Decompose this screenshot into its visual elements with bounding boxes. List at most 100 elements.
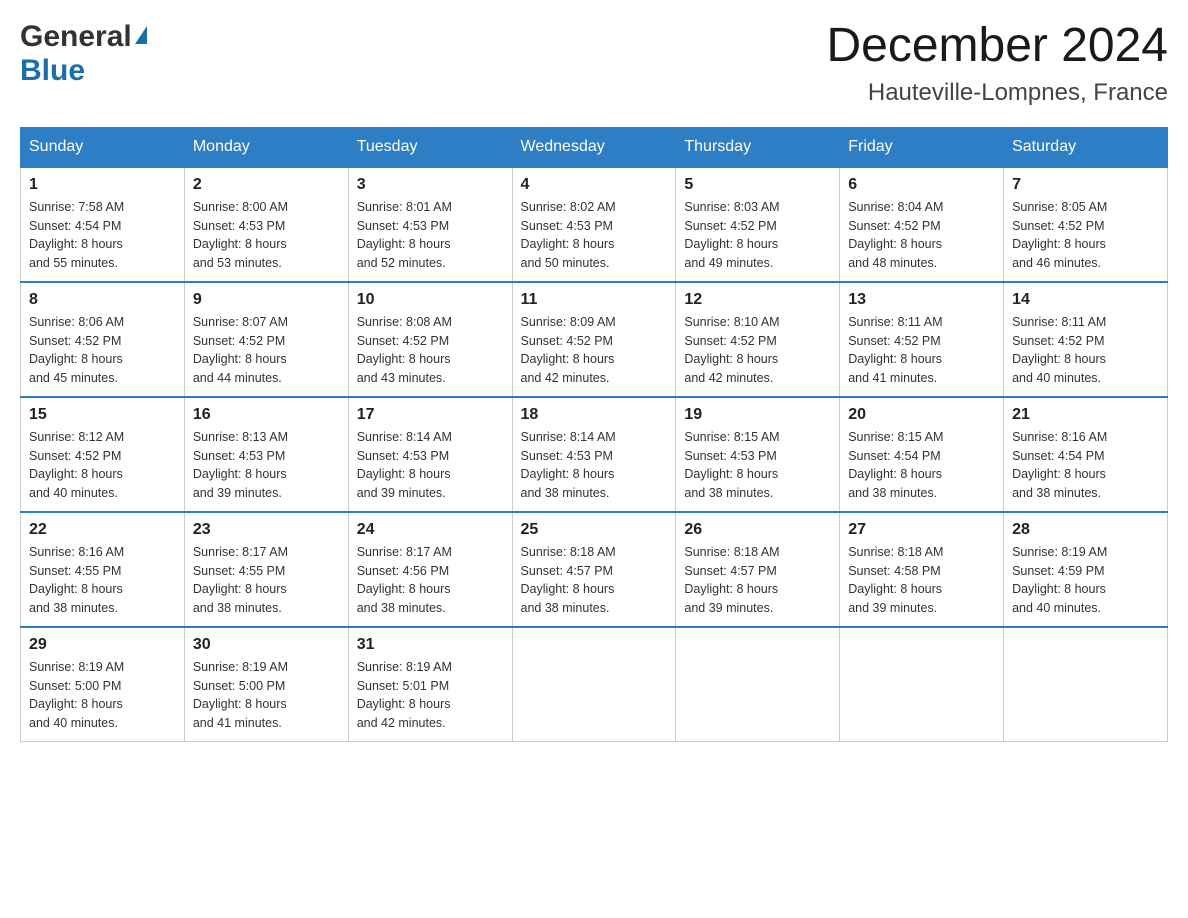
day-cell: 30 Sunrise: 8:19 AMSunset: 5:00 PMDayligh… [184,627,348,742]
col-header-saturday: Saturday [1004,127,1168,167]
day-cell: 16 Sunrise: 8:13 AMSunset: 4:53 PMDayligh… [184,397,348,512]
day-cell: 26 Sunrise: 8:18 AMSunset: 4:57 PMDayligh… [676,512,840,627]
day-info: Sunrise: 8:19 AMSunset: 5:01 PMDaylight:… [357,658,504,733]
day-info: Sunrise: 8:15 AMSunset: 4:53 PMDaylight:… [684,428,831,503]
day-number: 6 [848,176,995,194]
day-cell: 19 Sunrise: 8:15 AMSunset: 4:53 PMDayligh… [676,397,840,512]
day-info: Sunrise: 8:16 AMSunset: 4:54 PMDaylight:… [1012,428,1159,503]
day-number: 10 [357,291,504,309]
day-info: Sunrise: 8:19 AMSunset: 5:00 PMDaylight:… [29,658,176,733]
day-cell: 29 Sunrise: 8:19 AMSunset: 5:00 PMDayligh… [21,627,185,742]
logo-general-text: General [20,20,132,54]
col-header-friday: Friday [840,127,1004,167]
day-info: Sunrise: 8:18 AMSunset: 4:57 PMDaylight:… [521,543,668,618]
day-cell [676,627,840,742]
day-info: Sunrise: 8:18 AMSunset: 4:58 PMDaylight:… [848,543,995,618]
day-number: 26 [684,521,831,539]
day-info: Sunrise: 8:14 AMSunset: 4:53 PMDaylight:… [357,428,504,503]
col-header-sunday: Sunday [21,127,185,167]
day-info: Sunrise: 8:13 AMSunset: 4:53 PMDaylight:… [193,428,340,503]
day-number: 20 [848,406,995,424]
day-info: Sunrise: 8:01 AMSunset: 4:53 PMDaylight:… [357,198,504,273]
day-info: Sunrise: 8:08 AMSunset: 4:52 PMDaylight:… [357,313,504,388]
day-info: Sunrise: 8:12 AMSunset: 4:52 PMDaylight:… [29,428,176,503]
day-cell: 13 Sunrise: 8:11 AMSunset: 4:52 PMDayligh… [840,282,1004,397]
day-cell: 12Sunrise: 8:10 AMSunset: 4:52 PMDayligh… [676,282,840,397]
day-cell: 8 Sunrise: 8:06 AMSunset: 4:52 PMDaylight… [21,282,185,397]
logo: General Blue [20,20,147,88]
day-number: 22 [29,521,176,539]
day-info: Sunrise: 8:02 AMSunset: 4:53 PMDaylight:… [521,198,668,273]
day-cell: 31Sunrise: 8:19 AMSunset: 5:01 PMDayligh… [348,627,512,742]
day-number: 8 [29,291,176,309]
day-cell: 11 Sunrise: 8:09 AMSunset: 4:52 PMDayligh… [512,282,676,397]
month-title: December 2024 [826,20,1168,73]
day-number: 24 [357,521,504,539]
day-info: Sunrise: 8:06 AMSunset: 4:52 PMDaylight:… [29,313,176,388]
day-number: 29 [29,636,176,654]
col-header-wednesday: Wednesday [512,127,676,167]
col-header-thursday: Thursday [676,127,840,167]
day-number: 4 [521,176,668,194]
day-cell: 22 Sunrise: 8:16 AMSunset: 4:55 PMDayligh… [21,512,185,627]
day-cell: 20 Sunrise: 8:15 AMSunset: 4:54 PMDayligh… [840,397,1004,512]
day-cell: 5Sunrise: 8:03 AMSunset: 4:52 PMDaylight… [676,167,840,282]
day-number: 19 [684,406,831,424]
title-section: December 2024 Hauteville-Lompnes, France [826,20,1168,107]
day-info: Sunrise: 8:11 AMSunset: 4:52 PMDaylight:… [848,313,995,388]
week-row-4: 22 Sunrise: 8:16 AMSunset: 4:55 PMDayligh… [21,512,1168,627]
day-number: 25 [521,521,668,539]
day-info: Sunrise: 8:03 AMSunset: 4:52 PMDaylight:… [684,198,831,273]
day-number: 9 [193,291,340,309]
day-cell: 2 Sunrise: 8:00 AMSunset: 4:53 PMDaylight… [184,167,348,282]
day-info: Sunrise: 8:18 AMSunset: 4:57 PMDaylight:… [684,543,831,618]
day-number: 16 [193,406,340,424]
day-info: Sunrise: 8:09 AMSunset: 4:52 PMDaylight:… [521,313,668,388]
week-row-3: 15Sunrise: 8:12 AMSunset: 4:52 PMDayligh… [21,397,1168,512]
day-number: 28 [1012,521,1159,539]
day-cell: 14Sunrise: 8:11 AMSunset: 4:52 PMDayligh… [1004,282,1168,397]
logo-blue-label: Blue [20,54,85,87]
calendar-header-row: SundayMondayTuesdayWednesdayThursdayFrid… [21,127,1168,167]
day-info: Sunrise: 8:00 AMSunset: 4:53 PMDaylight:… [193,198,340,273]
day-info: Sunrise: 8:05 AMSunset: 4:52 PMDaylight:… [1012,198,1159,273]
day-number: 7 [1012,176,1159,194]
day-info: Sunrise: 8:16 AMSunset: 4:55 PMDaylight:… [29,543,176,618]
day-cell: 15Sunrise: 8:12 AMSunset: 4:52 PMDayligh… [21,397,185,512]
day-cell: 28Sunrise: 8:19 AMSunset: 4:59 PMDayligh… [1004,512,1168,627]
logo-general-row: General [20,20,147,54]
day-cell: 24 Sunrise: 8:17 AMSunset: 4:56 PMDayligh… [348,512,512,627]
day-cell: 7 Sunrise: 8:05 AMSunset: 4:52 PMDaylight… [1004,167,1168,282]
day-cell: 3 Sunrise: 8:01 AMSunset: 4:53 PMDaylight… [348,167,512,282]
day-number: 17 [357,406,504,424]
day-cell: 4 Sunrise: 8:02 AMSunset: 4:53 PMDaylight… [512,167,676,282]
day-number: 2 [193,176,340,194]
day-info: Sunrise: 8:11 AMSunset: 4:52 PMDaylight:… [1012,313,1159,388]
day-info: Sunrise: 8:04 AMSunset: 4:52 PMDaylight:… [848,198,995,273]
day-info: Sunrise: 8:17 AMSunset: 4:55 PMDaylight:… [193,543,340,618]
day-number: 3 [357,176,504,194]
day-cell: 27 Sunrise: 8:18 AMSunset: 4:58 PMDayligh… [840,512,1004,627]
day-cell: 1 Sunrise: 7:58 AMSunset: 4:54 PMDaylight… [21,167,185,282]
col-header-monday: Monday [184,127,348,167]
day-cell [512,627,676,742]
day-number: 11 [521,291,668,309]
day-cell: 25 Sunrise: 8:18 AMSunset: 4:57 PMDayligh… [512,512,676,627]
day-cell: 18Sunrise: 8:14 AMSunset: 4:53 PMDayligh… [512,397,676,512]
day-info: Sunrise: 7:58 AMSunset: 4:54 PMDaylight:… [29,198,176,273]
day-cell [840,627,1004,742]
week-row-5: 29 Sunrise: 8:19 AMSunset: 5:00 PMDayligh… [21,627,1168,742]
day-number: 1 [29,176,176,194]
day-number: 27 [848,521,995,539]
day-info: Sunrise: 8:14 AMSunset: 4:53 PMDaylight:… [521,428,668,503]
day-info: Sunrise: 8:15 AMSunset: 4:54 PMDaylight:… [848,428,995,503]
day-number: 13 [848,291,995,309]
day-info: Sunrise: 8:17 AMSunset: 4:56 PMDaylight:… [357,543,504,618]
day-info: Sunrise: 8:19 AMSunset: 5:00 PMDaylight:… [193,658,340,733]
day-number: 30 [193,636,340,654]
day-info: Sunrise: 8:07 AMSunset: 4:52 PMDaylight:… [193,313,340,388]
day-cell [1004,627,1168,742]
col-header-tuesday: Tuesday [348,127,512,167]
day-cell: 9 Sunrise: 8:07 AMSunset: 4:52 PMDaylight… [184,282,348,397]
day-cell: 21Sunrise: 8:16 AMSunset: 4:54 PMDayligh… [1004,397,1168,512]
